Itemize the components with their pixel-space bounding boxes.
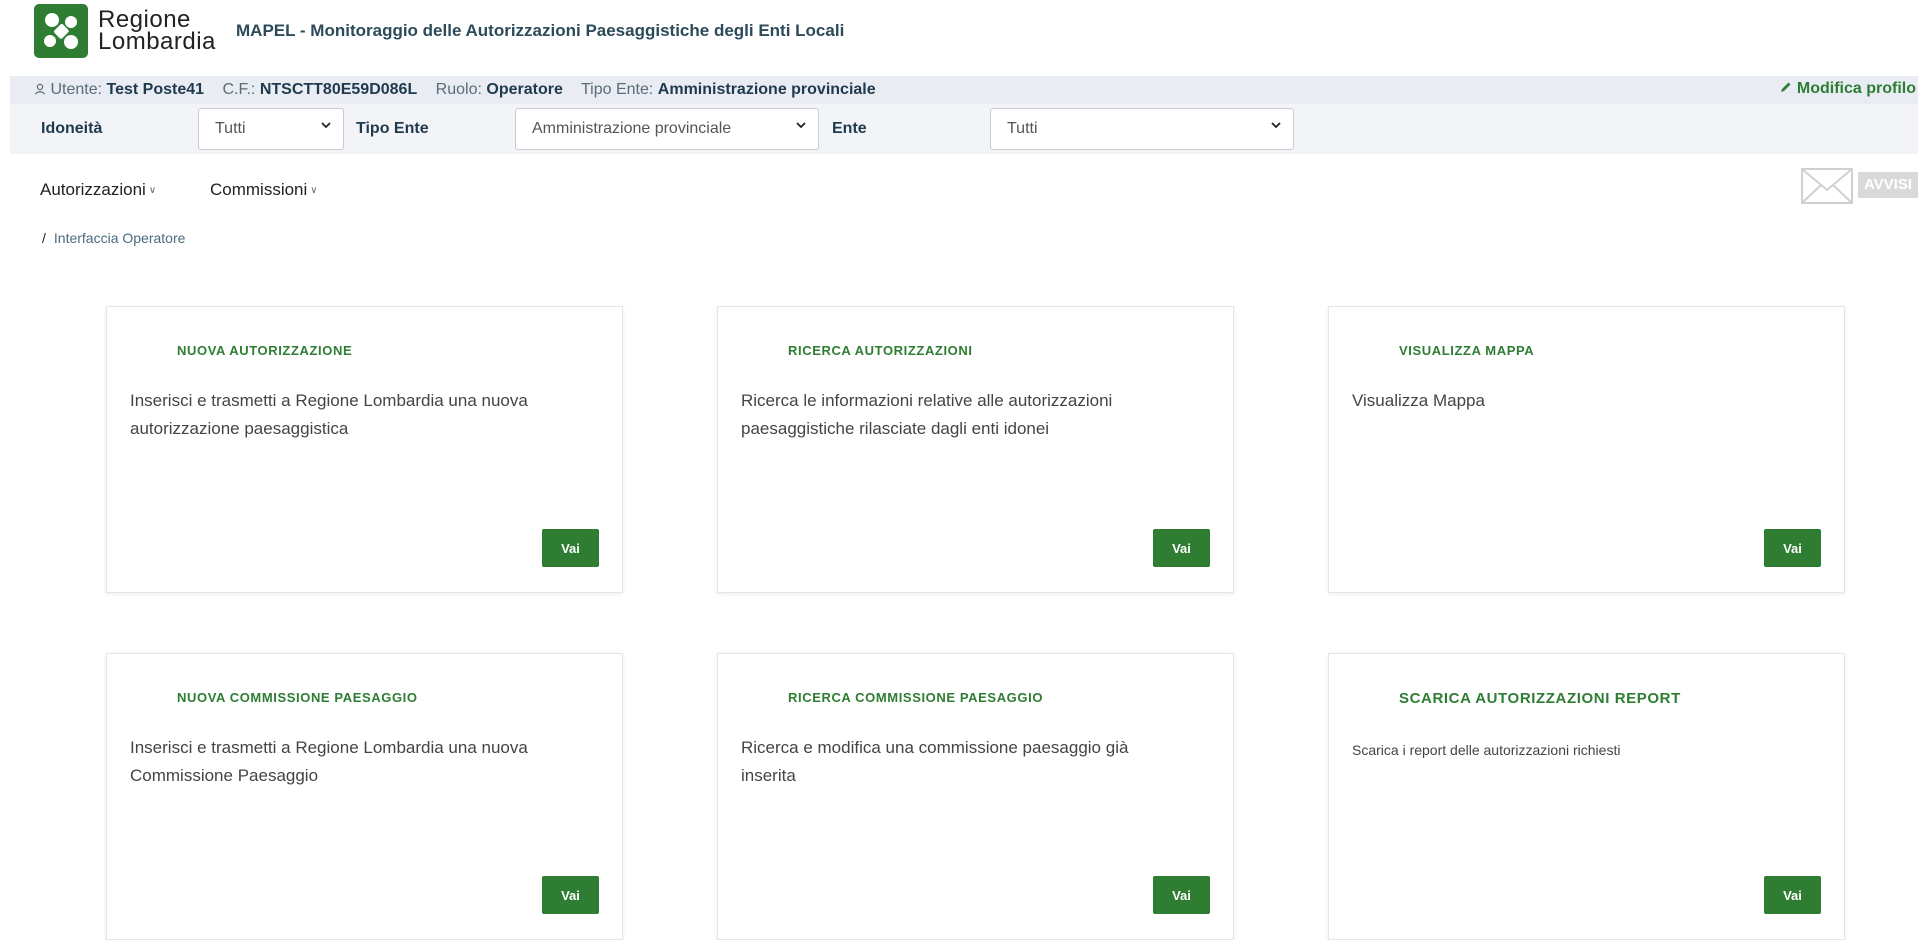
card-description: Inserisci e trasmetti a Regione Lombardi… (130, 391, 528, 438)
cf-value: NTSCTT80E59D086L (259, 81, 418, 98)
ente-type-value: Amministrazione provinciale (657, 81, 876, 98)
card-ricerca-autorizzazioni: RICERCA AUTORIZZAZIONI Ricerca le inform… (717, 306, 1234, 593)
user-icon (34, 82, 46, 95)
chevron-down-icon (319, 118, 333, 132)
pencil-icon (1780, 80, 1796, 97)
avvisi-label: AVVISI (1858, 172, 1918, 198)
cf-label: C.F.: (222, 81, 256, 98)
breadcrumb-current[interactable]: Interfaccia Operatore (54, 230, 186, 246)
card-description: Scarica i report delle autorizzazioni ri… (1352, 742, 1621, 758)
ente-select-value: Tutti (1007, 120, 1038, 137)
card-nuova-autorizzazione: NUOVA AUTORIZZAZIONE Inserisci e trasmet… (106, 306, 623, 593)
nav-commissioni[interactable]: Commissioni ∨ (210, 180, 318, 200)
idoneita-select[interactable]: Tutti (198, 108, 344, 150)
card-title: SCARICA AUTORIZZAZIONI REPORT (1399, 690, 1681, 707)
nav-autorizzazioni[interactable]: Autorizzazioni ∨ (40, 180, 156, 200)
nav-commissioni-label: Commissioni (210, 180, 308, 199)
card-description: Visualizza Mappa (1352, 391, 1485, 410)
logo-line-2: Lombardia (98, 28, 216, 55)
user-value: Test Poste41 (106, 81, 205, 98)
card-visualizza-mappa: VISUALIZZA MAPPA Visualizza Mappa Vai (1328, 306, 1845, 593)
breadcrumb: / Interfaccia Operatore (42, 230, 185, 246)
tipo-ente-select-value: Amministrazione provinciale (532, 120, 732, 137)
chevron-down-icon: ∨ (148, 185, 157, 196)
ente-label: Ente (832, 120, 867, 137)
vai-button[interactable]: Vai (1764, 529, 1821, 567)
card-nuova-commissione-paesaggio: NUOVA COMMISSIONE PAESAGGIO Inserisci e … (106, 653, 623, 940)
vai-button[interactable]: Vai (1764, 876, 1821, 914)
app-header: Regione Lombardia MAPEL - Monitoraggio d… (0, 0, 1918, 62)
role-value: Operatore (486, 81, 563, 98)
vai-button[interactable]: Vai (542, 876, 599, 914)
card-title: VISUALIZZA MAPPA (1399, 343, 1535, 358)
envelope-icon (1800, 166, 1854, 211)
card-ricerca-commissione-paesaggio: RICERCA COMMISSIONE PAESAGGIO Ricerca e … (717, 653, 1234, 940)
ente-type-label: Tipo Ente: (581, 81, 654, 98)
card-description: Inserisci e trasmetti a Regione Lombardi… (130, 738, 528, 785)
user-label: Utente: (50, 81, 103, 98)
avvisi-button[interactable]: AVVISI (1800, 166, 1918, 206)
filter-bar: Idoneità Tutti Tipo Ente Amministrazione… (10, 104, 1918, 154)
card-title: NUOVA COMMISSIONE PAESAGGIO (177, 690, 418, 705)
vai-button[interactable]: Vai (1153, 876, 1210, 914)
tipo-ente-select[interactable]: Amministrazione provinciale (515, 108, 819, 150)
card-title: RICERCA AUTORIZZAZIONI (788, 343, 973, 358)
card-description: Ricerca e modifica una commissione paesa… (741, 738, 1129, 785)
vai-button[interactable]: Vai (542, 529, 599, 567)
user-info-bar: Utente: Test Poste41 C.F.: NTSCTT80E59D0… (10, 76, 1918, 104)
logo-text: Regione Lombardia (98, 8, 216, 55)
tipo-ente-label: Tipo Ente (356, 120, 429, 137)
app-title: MAPEL - Monitoraggio delle Autorizzazion… (236, 21, 845, 40)
modify-profile-link[interactable]: Modifica profilo (1780, 80, 1916, 98)
logo-mark-icon (34, 4, 88, 58)
idoneita-label: Idoneità (41, 120, 103, 137)
card-scarica-autorizzazioni-report: SCARICA AUTORIZZAZIONI REPORT Scarica i … (1328, 653, 1845, 940)
idoneita-select-value: Tutti (215, 120, 246, 137)
regione-lombardia-logo[interactable]: Regione Lombardia (34, 4, 216, 58)
vai-button[interactable]: Vai (1153, 529, 1210, 567)
chevron-down-icon (794, 118, 808, 132)
nav-autorizzazioni-label: Autorizzazioni (40, 180, 146, 199)
card-description: Ricerca le informazioni relative alle au… (741, 391, 1113, 438)
card-title: RICERCA COMMISSIONE PAESAGGIO (788, 690, 1044, 705)
card-title: NUOVA AUTORIZZAZIONE (177, 343, 353, 358)
chevron-down-icon: ∨ (310, 185, 318, 196)
chevron-down-icon (1269, 118, 1283, 132)
modify-profile-label: Modifica profilo (1796, 80, 1916, 97)
breadcrumb-separator: / (42, 230, 46, 246)
role-label: Ruolo: (435, 81, 482, 98)
ente-select[interactable]: Tutti (990, 108, 1294, 150)
